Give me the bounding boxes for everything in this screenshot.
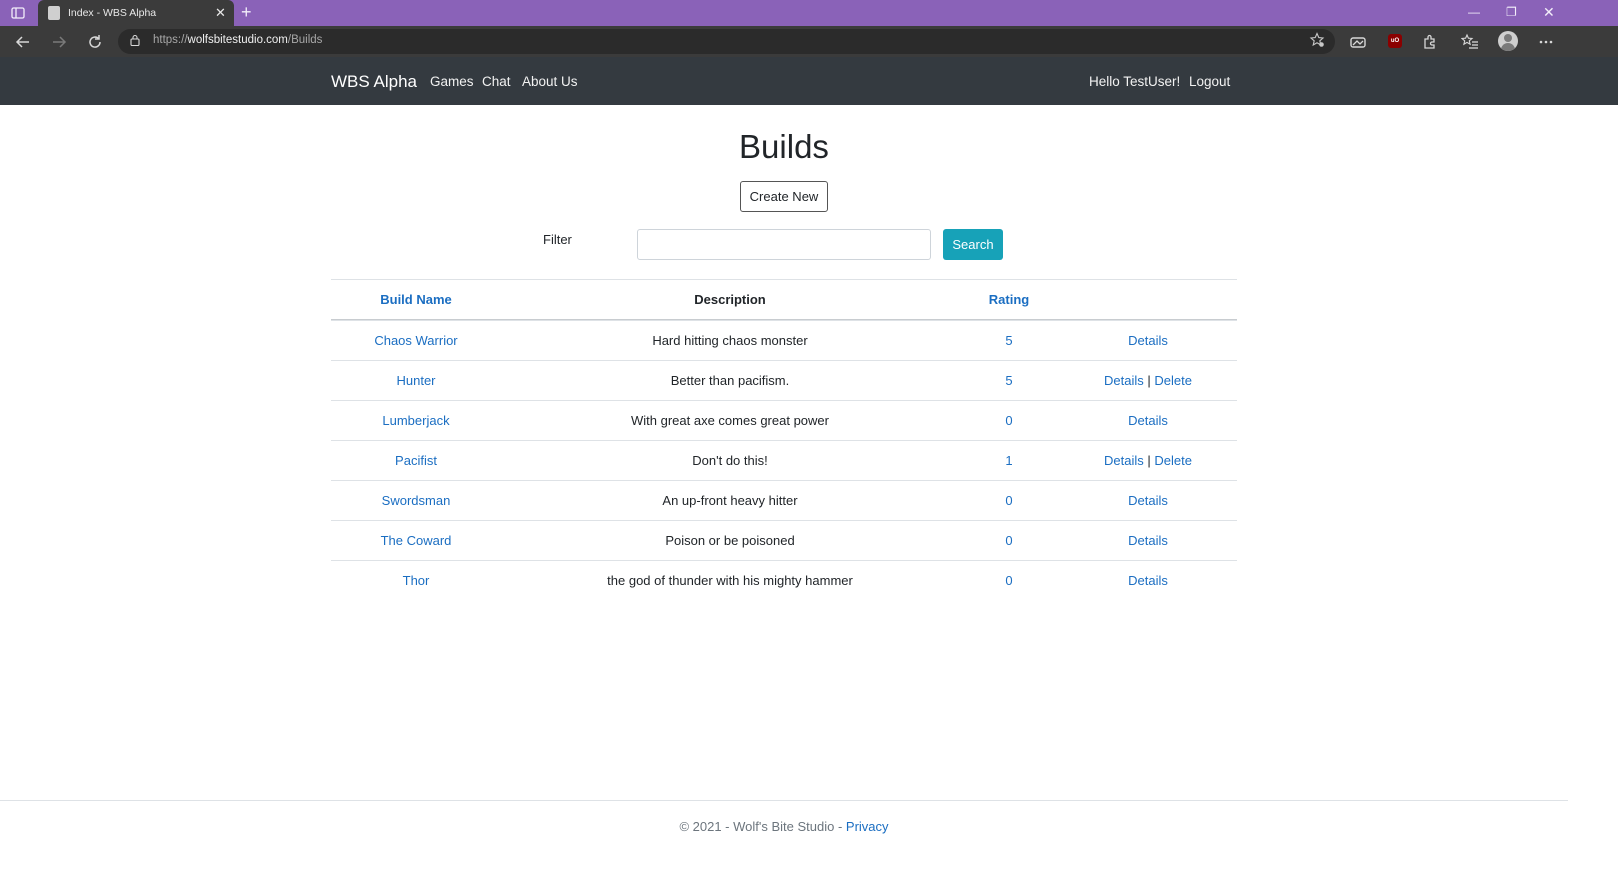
lock-icon[interactable]: [130, 34, 140, 46]
extensions-puzzle-icon[interactable]: [1421, 33, 1439, 51]
build-name-link[interactable]: Thor: [331, 561, 501, 601]
table-row: Hunter Better than pacifism. 5 Details |…: [331, 360, 1237, 400]
search-button[interactable]: Search: [943, 229, 1003, 260]
details-link[interactable]: Details: [1128, 533, 1168, 548]
more-options-icon[interactable]: [1537, 33, 1555, 51]
tab-title: Index - WBS Alpha: [68, 7, 157, 19]
build-name-link[interactable]: Pacifist: [331, 441, 501, 481]
row-actions: Details | Delete: [1059, 361, 1237, 401]
details-link[interactable]: Details: [1128, 413, 1168, 428]
copyright-text: © 2021 - Wolf's Bite Studio -: [679, 819, 846, 834]
browser-toolbar: https://wolfsbitestudio.com/Builds uO: [0, 26, 1618, 57]
table-row: Pacifist Don't do this! 1 Details | Dele…: [331, 440, 1237, 480]
details-link[interactable]: Details: [1128, 493, 1168, 508]
build-name-link[interactable]: Hunter: [331, 361, 501, 401]
page-title: Builds: [739, 128, 829, 165]
url-scheme: https://: [153, 34, 188, 46]
tab-close-icon[interactable]: ✕: [215, 6, 226, 20]
delete-link[interactable]: Delete: [1154, 453, 1192, 468]
ublock-extension-icon[interactable]: uO: [1388, 34, 1402, 48]
filter-input[interactable]: [637, 229, 931, 260]
build-name-link[interactable]: Chaos Warrior: [331, 321, 501, 361]
details-link[interactable]: Details: [1104, 453, 1144, 468]
refresh-icon[interactable]: [86, 33, 104, 51]
build-description: With great axe comes great power: [631, 413, 829, 428]
page-favicon-icon: [48, 6, 60, 20]
row-actions: Details: [1059, 481, 1237, 521]
build-description: Hard hitting chaos monster: [652, 333, 808, 348]
build-description: Poison or be poisoned: [665, 533, 795, 548]
add-favorite-icon[interactable]: [1309, 32, 1325, 48]
url-text[interactable]: https://wolfsbitestudio.com/Builds: [153, 34, 322, 46]
nav-link-about-us[interactable]: About Us: [522, 74, 578, 89]
filter-label: Filter: [543, 232, 572, 247]
address-bar[interactable]: https://wolfsbitestudio.com/Builds: [118, 29, 1335, 54]
row-actions: Details: [1059, 561, 1237, 601]
close-window-icon[interactable]: ✕: [1543, 5, 1555, 19]
details-link[interactable]: Details: [1128, 333, 1168, 348]
privacy-link[interactable]: Privacy: [846, 819, 889, 834]
row-actions: Details: [1059, 521, 1237, 561]
build-name-link[interactable]: Swordsman: [331, 481, 501, 521]
new-tab-icon[interactable]: +: [241, 3, 252, 21]
build-rating-link[interactable]: 5: [959, 321, 1059, 361]
table-row: The Coward Poison or be poisoned 0 Detai…: [331, 520, 1237, 560]
row-actions: Details: [1059, 401, 1237, 441]
url-path: /Builds: [287, 34, 323, 46]
sort-rating-header[interactable]: Rating: [959, 280, 1059, 320]
browser-tab[interactable]: Index - WBS Alpha ✕: [38, 0, 234, 26]
page-footer: © 2021 - Wolf's Bite Studio - Privacy: [0, 800, 1568, 850]
row-actions: Details: [1059, 321, 1237, 361]
profile-avatar-icon[interactable]: [1498, 31, 1518, 51]
table-row: Lumberjack With great axe comes great po…: [331, 400, 1237, 440]
action-separator: |: [1147, 453, 1151, 468]
build-name-link[interactable]: Lumberjack: [331, 401, 501, 441]
build-rating-link[interactable]: 1: [959, 441, 1059, 481]
build-description: the god of thunder with his mighty hamme…: [607, 573, 853, 588]
builds-table: Build Name Description Rating Chaos Warr…: [331, 279, 1237, 600]
tab-actions-icon[interactable]: [10, 5, 26, 21]
minimize-icon[interactable]: —: [1468, 5, 1480, 19]
row-actions: Details | Delete: [1059, 441, 1237, 481]
table-row: Swordsman An up-front heavy hitter 0 Det…: [331, 480, 1237, 520]
build-rating-link[interactable]: 0: [959, 481, 1059, 521]
build-description: Don't do this!: [692, 453, 768, 468]
build-description: Better than pacifism.: [670, 373, 790, 388]
user-greeting-link[interactable]: Hello TestUser!: [1089, 74, 1180, 89]
create-new-button[interactable]: Create New: [740, 181, 828, 212]
build-rating-link[interactable]: 0: [959, 401, 1059, 441]
build-rating-link[interactable]: 0: [959, 521, 1059, 561]
site-navbar: WBS Alpha Games Chat About Us Hello Test…: [0, 57, 1618, 105]
build-description: An up-front heavy hitter: [662, 493, 798, 508]
details-link[interactable]: Details: [1104, 373, 1144, 388]
description-header: Description: [694, 292, 766, 307]
table-header-row: Build Name Description Rating: [331, 279, 1237, 320]
restore-icon[interactable]: ❐: [1506, 5, 1517, 19]
nav-link-chat[interactable]: Chat: [482, 74, 511, 89]
url-host: wolfsbitestudio.com: [187, 34, 288, 46]
sort-build-name-header[interactable]: Build Name: [331, 280, 501, 320]
build-name-link[interactable]: The Coward: [331, 521, 501, 561]
table-row: Chaos Warrior Hard hitting chaos monster…: [331, 320, 1237, 360]
tab-strip: Index - WBS Alpha ✕ + — ❐ ✕: [0, 0, 1618, 26]
footer-text: © 2021 - Wolf's Bite Studio - Privacy: [0, 819, 1568, 834]
browser-window: Index - WBS Alpha ✕ + — ❐ ✕ https://wolf…: [0, 0, 1618, 876]
actions-header: [1059, 280, 1237, 320]
details-link[interactable]: Details: [1128, 573, 1168, 588]
nav-link-games[interactable]: Games: [430, 74, 474, 89]
delete-link[interactable]: Delete: [1154, 373, 1192, 388]
forward-icon[interactable]: [50, 33, 68, 51]
build-rating-link[interactable]: 5: [959, 361, 1059, 401]
extension-cloud-icon[interactable]: [1349, 33, 1367, 51]
table-row: Thor the god of thunder with his mighty …: [331, 560, 1237, 600]
logout-button[interactable]: Logout: [1189, 74, 1230, 89]
brand-link[interactable]: WBS Alpha: [331, 72, 417, 92]
back-icon[interactable]: [14, 33, 32, 51]
favorites-icon[interactable]: [1461, 33, 1479, 51]
build-rating-link[interactable]: 0: [959, 561, 1059, 601]
action-separator: |: [1147, 373, 1151, 388]
